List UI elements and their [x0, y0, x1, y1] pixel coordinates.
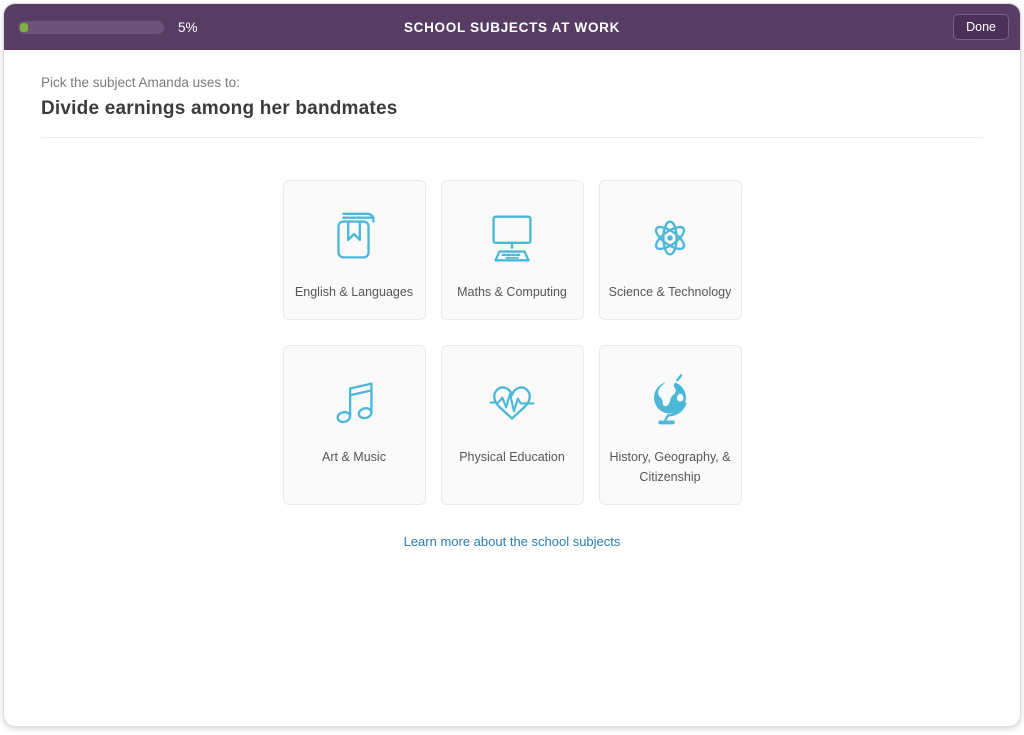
subject-card-physical-education[interactable]: Physical Education — [441, 345, 584, 505]
subject-card-science-technology[interactable]: Science & Technology — [599, 180, 742, 320]
page-title: SCHOOL SUBJECTS AT WORK — [404, 20, 620, 35]
app-window: 5% SCHOOL SUBJECTS AT WORK Done Pick the… — [3, 3, 1021, 727]
progress-percent-label: 5% — [178, 20, 198, 35]
divider — [41, 137, 983, 138]
subject-card-label: Physical Education — [459, 448, 565, 467]
subject-card-label: Art & Music — [322, 448, 386, 467]
atom-icon — [639, 207, 701, 269]
subject-card-english-languages[interactable]: English & Languages — [283, 180, 426, 320]
heart-pulse-icon — [481, 372, 543, 434]
main-content: Pick the subject Amanda uses to: Divide … — [4, 50, 1020, 549]
book-icon — [323, 207, 385, 269]
progress-fill — [20, 23, 28, 32]
done-button[interactable]: Done — [953, 14, 1009, 40]
learn-more-link[interactable]: Learn more about the school subjects — [41, 534, 983, 549]
header-bar: 5% SCHOOL SUBJECTS AT WORK Done — [4, 4, 1020, 50]
subject-card-label: History, Geography, & Citizenship — [608, 448, 733, 487]
question-prompt: Pick the subject Amanda uses to: — [41, 75, 983, 90]
subject-card-label: English & Languages — [295, 283, 413, 302]
progress-bar — [18, 21, 164, 34]
computer-icon — [481, 207, 543, 269]
question-task: Divide earnings among her bandmates — [41, 98, 983, 120]
music-note-icon — [323, 372, 385, 434]
subject-grid: English & Languages Maths & Computing — [41, 180, 983, 505]
subject-card-art-music[interactable]: Art & Music — [283, 345, 426, 505]
subject-card-label: Maths & Computing — [457, 283, 567, 302]
subject-card-label: Science & Technology — [609, 283, 732, 302]
globe-icon — [639, 372, 701, 434]
subject-card-history-geography-citizenship[interactable]: History, Geography, & Citizenship — [599, 345, 742, 505]
subject-card-maths-computing[interactable]: Maths & Computing — [441, 180, 584, 320]
